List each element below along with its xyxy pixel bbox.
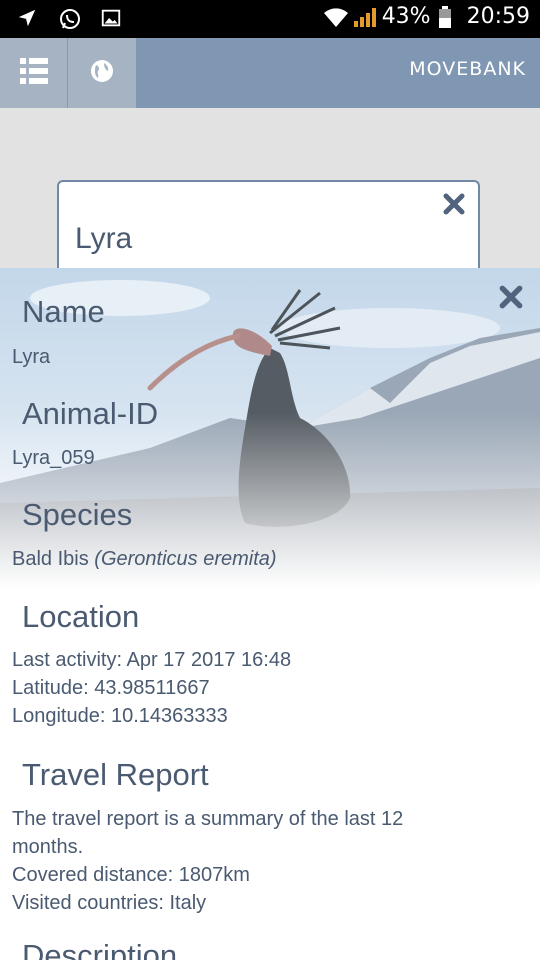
latitude: Latitude: 43.98511667	[12, 677, 210, 699]
travel-report-heading: Travel Report	[22, 757, 209, 792]
animal-id-value: Lyra_059	[12, 447, 95, 469]
animal-detail-panel: Name Lyra Animal-ID Lyra_059 Species Bal…	[0, 268, 540, 960]
name-heading: Name	[22, 294, 105, 329]
species-value: Bald Ibis (Geronticus eremita)	[12, 545, 277, 573]
whatsapp-icon	[58, 7, 82, 31]
close-panel-button[interactable]	[498, 284, 524, 315]
travel-summary-line-1: The travel report is a summary of the la…	[12, 808, 404, 830]
visited-countries: Visited countries: Italy	[12, 892, 207, 914]
species-common-name: Bald Ibis	[12, 548, 89, 570]
search-card[interactable]: Lyra	[57, 180, 480, 272]
globe-icon	[90, 59, 114, 88]
animal-id-heading: Animal-ID	[22, 396, 159, 431]
navigation-arrow-icon	[16, 7, 40, 31]
close-icon	[443, 193, 465, 215]
description-heading: Description	[22, 938, 178, 960]
species-heading: Species	[22, 497, 133, 532]
location-heading: Location	[22, 599, 140, 634]
battery-percent: 43%	[381, 4, 431, 29]
clear-search-button[interactable]	[442, 192, 466, 221]
search-value[interactable]: Lyra	[75, 222, 132, 256]
clock: 20:59	[466, 4, 530, 29]
name-value: Lyra	[12, 346, 51, 368]
covered-distance: Covered distance: 1807km	[12, 864, 250, 886]
longitude: Longitude: 10.14363333	[12, 705, 228, 727]
app-bar: MOVEBANK	[0, 38, 540, 108]
gallery-icon	[100, 7, 124, 31]
close-icon	[499, 285, 523, 309]
last-activity: Last activity: Apr 17 2017 16:48	[12, 649, 292, 671]
map-view-button[interactable]	[68, 38, 136, 108]
wifi-icon	[322, 5, 348, 29]
status-left-icons	[16, 7, 124, 31]
signal-icon	[352, 5, 376, 29]
travel-summary-line-2: months.	[12, 836, 84, 858]
battery-icon	[437, 5, 461, 29]
list-icon	[19, 57, 48, 89]
status-right-icons: 43% 20:59	[322, 4, 530, 29]
movebank-logo: MOVEBANK	[409, 58, 526, 80]
status-bar: 43% 20:59	[0, 0, 540, 38]
species-scientific-name: (Geronticus eremita)	[94, 548, 277, 570]
list-view-button[interactable]	[0, 38, 68, 108]
